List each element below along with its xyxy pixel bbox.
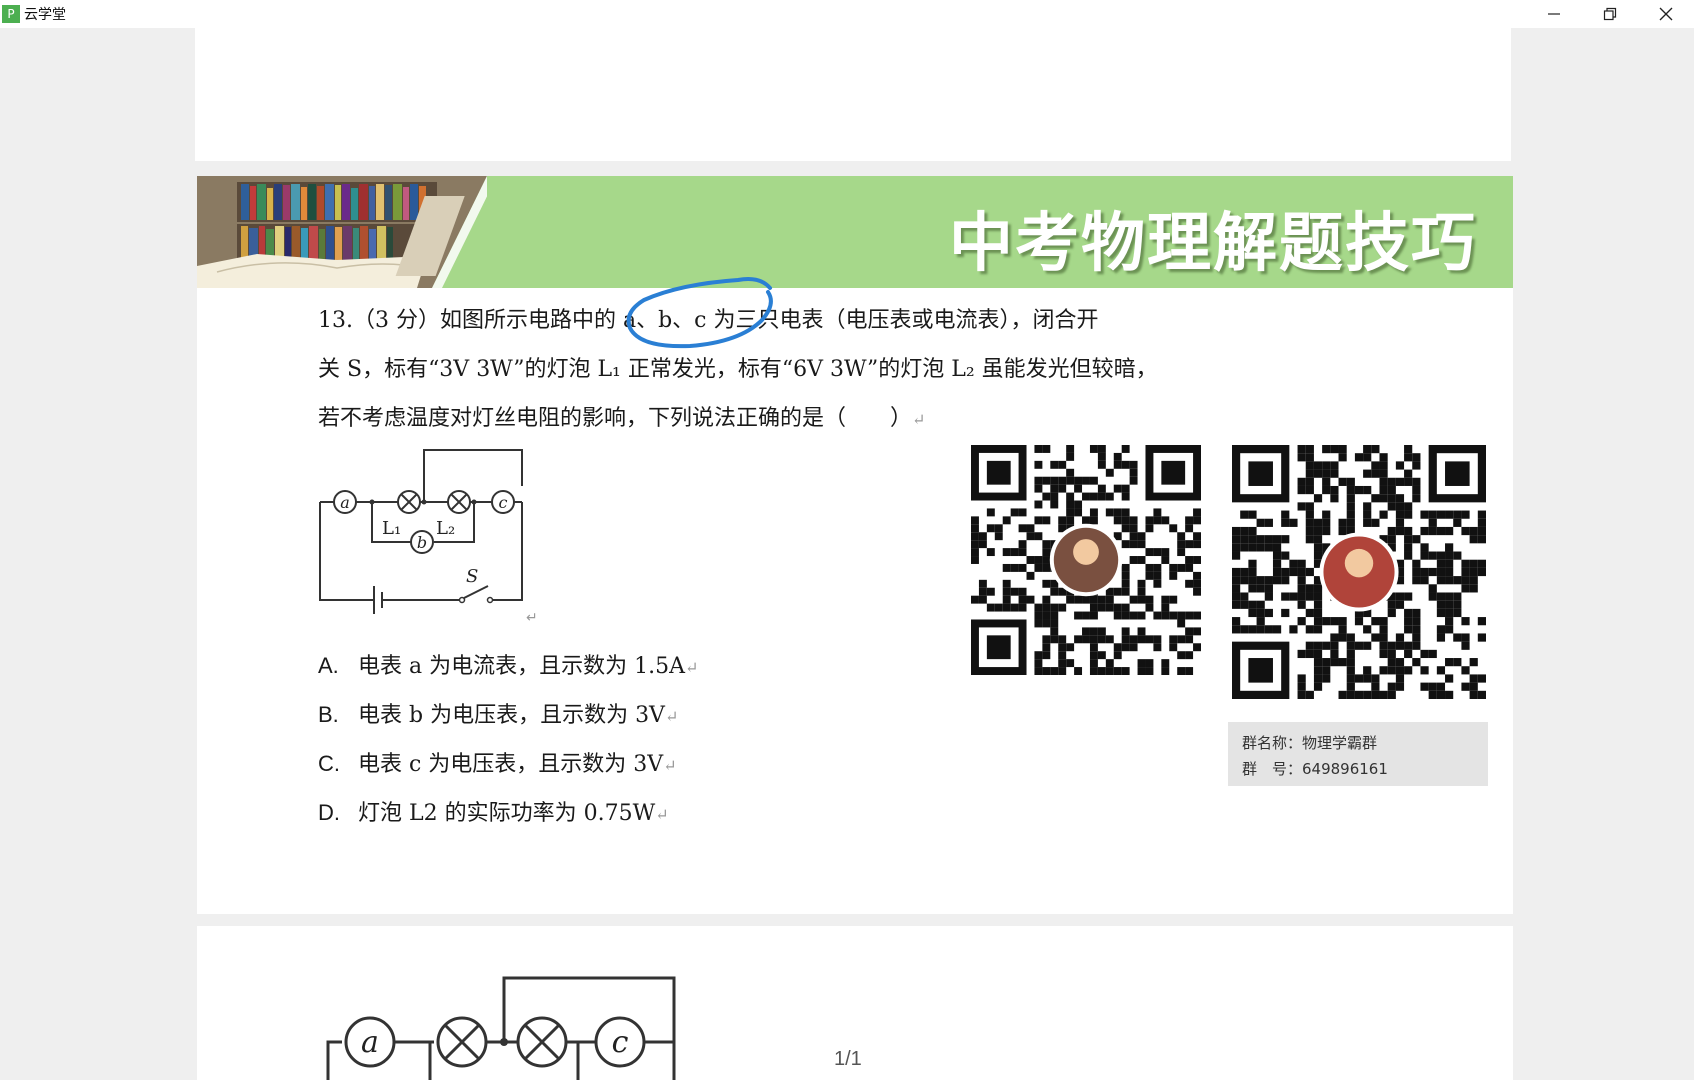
option-c-label: C. xyxy=(318,751,340,776)
minimize-button[interactable] xyxy=(1526,0,1582,28)
return-mark: ↵ xyxy=(912,410,926,429)
option-d-text: 灯泡 L2 的实际功率为 0.75W xyxy=(358,801,656,826)
app-icon: P xyxy=(2,5,20,23)
window-controls xyxy=(1526,0,1694,28)
meter-b-label: b xyxy=(417,533,427,552)
qr-code-personal xyxy=(971,445,1201,675)
previous-page xyxy=(195,28,1511,161)
option-d-label: D. xyxy=(318,800,340,825)
restore-icon xyxy=(1603,7,1617,21)
close-icon xyxy=(1659,7,1673,21)
return-mark: ↵ xyxy=(655,805,669,824)
circuit-diagram: a c b L₁ L₂ S ↵ xyxy=(319,449,538,626)
return-mark: ↵ xyxy=(663,756,677,775)
question-line-3-text: 若不考虑温度对灯丝电阻的影响，下列说法正确的是（ ） xyxy=(318,406,913,431)
close-button[interactable] xyxy=(1638,0,1694,28)
option-a: A. 电表 a 为电流表，且示数为 1.5A↵ xyxy=(318,648,698,680)
window-title: 云学堂 xyxy=(24,7,66,23)
bookshelf-image xyxy=(197,176,487,288)
circuit-return-mark: ↵ xyxy=(526,610,538,626)
option-b-label: B. xyxy=(318,702,339,727)
switch-label: S xyxy=(466,566,478,587)
next-meter-c-label: c xyxy=(612,1025,629,1060)
question-line-3: 若不考虑温度对灯丝电阻的影响，下列说法正确的是（ ）↵ xyxy=(318,400,925,432)
lamp2-label: L₂ xyxy=(436,518,455,539)
meter-a-label: a xyxy=(340,493,350,512)
group-info-box: 群名称：物理学霸群 群 号：649896161 xyxy=(1228,722,1488,786)
group-name: 群名称：物理学霸群 xyxy=(1242,734,1378,752)
minimize-icon xyxy=(1548,13,1560,15)
title-bar: P 云学堂 xyxy=(0,0,1694,28)
option-c-text: 电表 c 为电压表，且示数为 3V xyxy=(358,752,664,777)
return-mark: ↵ xyxy=(664,707,679,726)
qr-code-group xyxy=(1232,445,1486,699)
group-number: 群 号：649896161 xyxy=(1242,760,1388,778)
circuit-diagram-next: a c xyxy=(326,976,676,1080)
option-b: B. 电表 b 为电压表，且示数为 3V↵ xyxy=(318,697,678,729)
banner-title: 中考物理解题技巧 xyxy=(949,207,1477,281)
option-a-text: 电表 a 为电流表，且示数为 1.5A xyxy=(358,654,685,679)
next-meter-a-label: a xyxy=(361,1025,379,1060)
option-d: D. 灯泡 L2 的实际功率为 0.75W↵ xyxy=(318,795,669,827)
annotation-circle xyxy=(626,277,773,349)
lamp1-label: L₁ xyxy=(382,518,401,539)
meter-c-label: c xyxy=(499,493,508,512)
option-b-text: 电表 b 为电压表，且示数为 3V xyxy=(358,703,665,728)
header-banner: 中考物理解题技巧 xyxy=(197,176,1513,288)
page-indicator: 1/1 xyxy=(834,1048,862,1070)
restore-button[interactable] xyxy=(1582,0,1638,28)
option-a-label: A. xyxy=(318,653,339,678)
return-mark: ↵ xyxy=(684,658,699,677)
option-c: C. 电表 c 为电压表，且示数为 3V↵ xyxy=(318,746,677,778)
